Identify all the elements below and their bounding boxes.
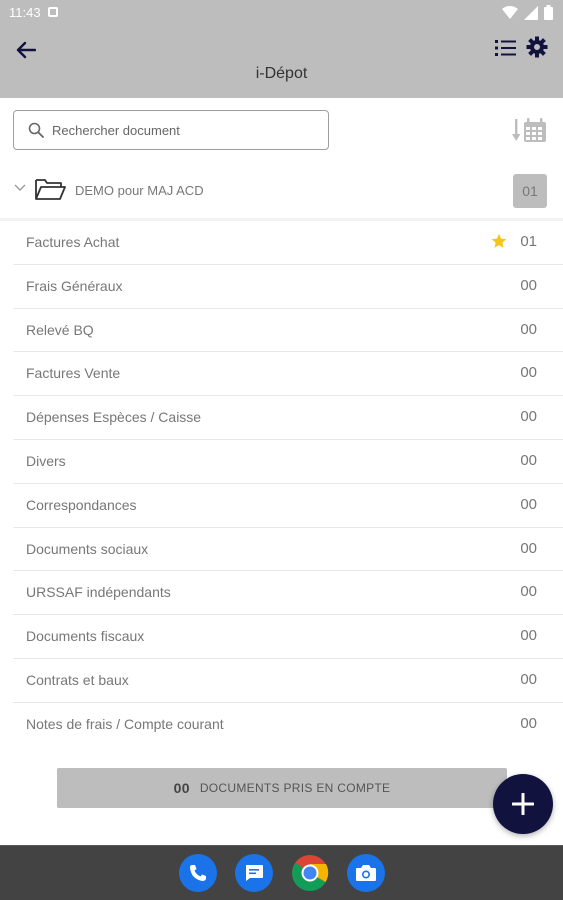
star-icon[interactable] <box>491 233 507 249</box>
sort-by-date-button[interactable] <box>512 117 548 143</box>
category-list: Factures Achat 01 Frais Généraux 00 Rele… <box>13 221 563 747</box>
category-label: Correspondances <box>26 496 137 513</box>
list-view-button[interactable] <box>494 38 518 62</box>
category-count: 00 <box>520 276 537 294</box>
category-count: 00 <box>520 364 537 382</box>
chevron-down-icon[interactable] <box>14 184 26 192</box>
settings-button[interactable] <box>526 36 550 60</box>
folder-count-badge: 01 <box>513 174 547 208</box>
category-label: Documents sociaux <box>26 540 149 557</box>
add-document-button[interactable] <box>493 774 553 834</box>
documents-label: DOCUMENTS PRIS EN COMPTE <box>199 781 391 795</box>
page-title: i-Dépot <box>255 65 308 82</box>
category-label: Dépenses Espèces / Caisse <box>26 409 202 426</box>
category-count: 00 <box>520 408 537 426</box>
category-count: 00 <box>520 670 537 688</box>
category-count: 00 <box>520 320 537 338</box>
category-count: 00 <box>520 583 537 601</box>
category-row-documents-fiscaux[interactable]: Documents fiscaux 00 <box>13 615 563 659</box>
category-count: 00 <box>520 539 537 557</box>
signal-icon <box>524 5 538 20</box>
search-input[interactable] <box>52 122 302 138</box>
category-row-documents-sociaux[interactable]: Documents sociaux 00 <box>13 528 563 572</box>
messages-app[interactable] <box>235 854 273 892</box>
documents-count: 00 <box>173 780 190 796</box>
search-icon <box>28 122 44 138</box>
category-label: Divers <box>26 452 66 469</box>
category-label: Documents fiscaux <box>26 628 145 645</box>
folder-open-icon <box>35 179 66 200</box>
camera-app[interactable] <box>347 854 385 892</box>
folder-label: DEMO pour MAJ ACD <box>75 183 204 198</box>
category-label: Relevé BQ <box>26 321 94 338</box>
category-row-correspondances[interactable]: Correspondances 00 <box>13 484 563 528</box>
category-label: Factures Achat <box>26 234 120 250</box>
category-row-releve-bq[interactable]: Relevé BQ 00 <box>13 309 563 353</box>
category-row-divers[interactable]: Divers 00 <box>13 440 563 484</box>
category-label: URSSAF indépendants <box>26 584 171 601</box>
messages-icon <box>246 865 263 881</box>
category-count: 00 <box>520 714 537 732</box>
phone-icon <box>190 865 206 881</box>
status-bar: 11:43 <box>0 0 563 26</box>
folder-row[interactable]: DEMO pour MAJ ACD 01 <box>0 170 563 214</box>
back-button[interactable] <box>12 36 40 64</box>
wifi-icon <box>502 5 518 19</box>
category-label: Contrats et baux <box>26 671 129 688</box>
category-label: Factures Vente <box>26 365 121 382</box>
chrome-app[interactable] <box>291 854 329 892</box>
category-count: 01 <box>520 233 537 250</box>
notification-icon <box>48 7 58 17</box>
category-row-frais-generaux[interactable]: Frais Généraux 00 <box>13 265 563 309</box>
category-count: 00 <box>520 451 537 469</box>
back-arrow-icon <box>16 41 36 59</box>
chrome-icon <box>292 855 329 892</box>
category-label: Notes de frais / Compte courant <box>26 715 224 732</box>
app-bar: i-Dépot <box>0 26 563 98</box>
category-row-notes-de-frais[interactable]: Notes de frais / Compte courant 00 <box>13 703 563 747</box>
list-view-icon <box>495 40 516 56</box>
battery-icon <box>544 5 553 20</box>
category-label: Frais Généraux <box>26 277 123 294</box>
app-dock <box>0 845 563 900</box>
category-row-depenses-especes[interactable]: Dépenses Espèces / Caisse 00 <box>13 396 563 440</box>
sort-calendar-icon <box>512 118 546 142</box>
gear-icon <box>526 36 548 58</box>
status-icons <box>502 5 553 20</box>
category-row-factures-achat[interactable]: Factures Achat 01 <box>13 221 563 265</box>
phone-app[interactable] <box>179 854 217 892</box>
category-row-urssaf[interactable]: URSSAF indépendants 00 <box>13 571 563 616</box>
documents-taken-into-account-bar[interactable]: 00 DOCUMENTS PRIS EN COMPTE <box>57 768 507 808</box>
plus-icon <box>512 793 534 815</box>
category-count: 00 <box>520 627 537 645</box>
category-row-contrats-baux[interactable]: Contrats et baux 00 <box>13 659 563 703</box>
category-row-factures-vente[interactable]: Factures Vente 00 <box>13 352 563 397</box>
camera-icon <box>356 865 376 881</box>
category-count: 00 <box>520 495 537 513</box>
search-box[interactable] <box>13 110 329 150</box>
status-time: 11:43 <box>9 5 41 20</box>
